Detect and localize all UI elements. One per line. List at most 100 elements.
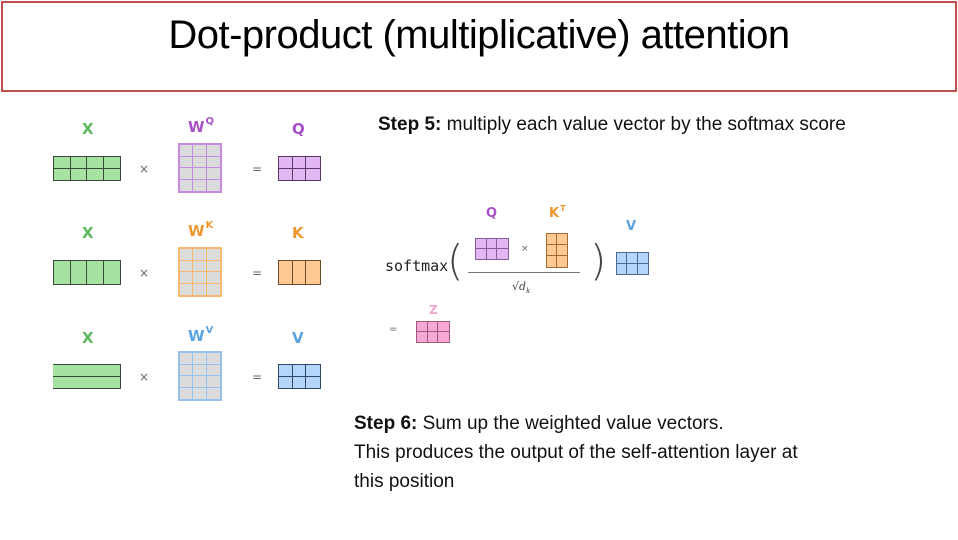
matrix-cell (637, 263, 648, 274)
equals-sign: = (252, 370, 263, 384)
matrix-cell (417, 322, 428, 332)
x-label: X (82, 329, 94, 347)
slide-title: Dot-product (multiplicative) attention (168, 13, 790, 57)
title-box: Dot-product (multiplicative) attention (1, 1, 957, 92)
matrix-cell (180, 272, 194, 284)
formula-kt-matrix (546, 233, 568, 268)
matrix-cell (306, 168, 320, 180)
matrix-cell (180, 387, 194, 399)
z-label: Z (429, 303, 438, 317)
step5-body: multiply each value vector by the softma… (441, 114, 846, 135)
matrix-cell (87, 168, 104, 180)
sqrt-k: k (526, 287, 531, 296)
x-label: X (82, 120, 94, 138)
matrix-cell (206, 353, 220, 365)
matrix-cell (193, 156, 207, 168)
x-matrix (53, 156, 121, 181)
matrix-cell (476, 239, 487, 249)
matrix-cell (292, 376, 307, 388)
matrix-cell (427, 322, 439, 332)
matrix-cell (206, 387, 220, 399)
matrix-cell (306, 376, 320, 388)
matrix-cell (486, 249, 498, 259)
matrix-cell (193, 260, 207, 272)
matrix-cell (637, 253, 648, 264)
matrix-cell (180, 364, 194, 376)
formula-v-label: V (626, 219, 637, 234)
formula-v-matrix (616, 252, 649, 275)
matrix-cell (193, 364, 207, 376)
wq-matrix (178, 143, 222, 193)
z-matrix (416, 321, 450, 343)
matrix-cell (627, 253, 638, 264)
sqrt-dk: √dk (512, 280, 530, 295)
matrix-cell (292, 168, 307, 180)
matrix-cell (103, 157, 120, 169)
matrix-cell (292, 261, 307, 284)
matrix-cell (193, 272, 207, 284)
equals-sign: = (252, 266, 263, 280)
matrix-cell (279, 157, 293, 169)
matrix-cell (193, 353, 207, 365)
matrix-cell (427, 332, 439, 342)
step6-heading: Step 6: (354, 413, 418, 434)
matrix-cell (306, 261, 320, 284)
matrix-cell (70, 261, 87, 284)
x-matrix (53, 364, 121, 389)
matrix-cell (180, 376, 194, 388)
matrix-cell (279, 168, 293, 180)
q-matrix (278, 156, 321, 181)
matrix-cell (193, 249, 207, 261)
matrix-cell (206, 145, 220, 157)
matrix-cell (193, 179, 207, 191)
x-label: X (82, 224, 94, 242)
matrix-cell (206, 272, 220, 284)
matrix-cell (180, 249, 194, 261)
matrix-cell (54, 261, 71, 284)
matrix-cell (53, 376, 120, 388)
wk-matrix (178, 247, 222, 297)
matrix-cell (497, 239, 508, 249)
matrix-cell (206, 179, 220, 191)
matrix-cell (292, 157, 307, 169)
matrix-cell (87, 261, 104, 284)
matrix-cell (180, 145, 194, 157)
wv-base: W (188, 327, 205, 345)
k-matrix (278, 260, 321, 285)
fraction-line (468, 272, 580, 273)
matrix-cell (306, 157, 320, 169)
matrix-cell (180, 260, 194, 272)
matrix-cell (206, 260, 220, 272)
matrix-cell (180, 156, 194, 168)
kt-sup: T (560, 204, 566, 213)
equals-sign: = (252, 162, 263, 176)
matrix-cell (206, 283, 220, 295)
wq-label: WQ (188, 116, 214, 136)
matrix-cell (180, 283, 194, 295)
formula-q-label: Q (486, 206, 498, 221)
wk-label: WK (188, 220, 214, 240)
q-label: Q (292, 120, 305, 138)
matrix-cell (193, 387, 207, 399)
matrix-cell (557, 245, 567, 256)
matrix-cell (193, 376, 207, 388)
wq-base: W (188, 118, 205, 136)
step5-heading: Step 5: (378, 114, 442, 135)
matrix-cell (617, 263, 628, 274)
matrix-cell (486, 239, 498, 249)
matrix-cell (206, 168, 220, 180)
wv-matrix (178, 351, 222, 401)
matrix-cell (476, 249, 487, 259)
times-sign: × (139, 162, 150, 176)
k-label: K (292, 224, 304, 242)
wv-sup: V (205, 325, 214, 336)
matrix-cell (627, 263, 638, 274)
open-paren: ( (447, 236, 464, 285)
wk-sup: K (205, 220, 214, 231)
wv-label: WV (188, 325, 214, 345)
step6-line3: this position (354, 471, 455, 492)
step6-body: Sum up the weighted value vectors. (417, 413, 724, 434)
times-sign: × (139, 370, 150, 384)
matrix-cell (306, 365, 320, 377)
kt-base: K (549, 206, 560, 221)
